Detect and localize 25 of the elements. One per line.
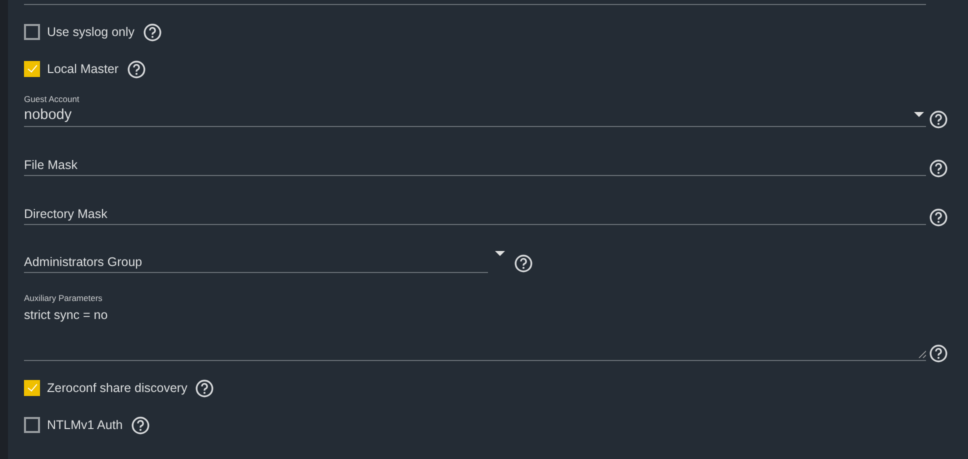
help-icon[interactable]	[195, 379, 214, 398]
help-icon[interactable]	[929, 110, 948, 129]
guest-account-select[interactable]: Guest Account nobody	[24, 92, 926, 127]
input-field[interactable]: Directory Mask	[24, 203, 926, 225]
checkbox-label: Zeroconf share discovery	[47, 380, 188, 394]
checkbox-label: Use syslog only	[47, 24, 135, 38]
checkbox[interactable]	[24, 60, 40, 76]
help-icon[interactable]	[929, 344, 948, 363]
checkbox-label: NTLMv1 Auth	[47, 418, 123, 432]
caret-icon	[914, 112, 924, 117]
help-icon[interactable]	[929, 208, 948, 227]
checkbox-label: Local Master	[47, 62, 119, 76]
input-field[interactable]: File Mask	[24, 154, 926, 176]
help-icon[interactable]	[126, 60, 146, 79]
resize-handle-icon[interactable]	[918, 350, 926, 358]
caret-icon[interactable]	[495, 251, 505, 256]
text-area[interactable]: Auxiliary Parameters strict sync = no	[24, 291, 926, 361]
help-icon[interactable]	[130, 416, 150, 435]
checkbox[interactable]	[24, 24, 40, 40]
help-icon[interactable]	[929, 159, 948, 178]
checkbox[interactable]	[24, 416, 40, 432]
checkbox[interactable]	[24, 380, 40, 396]
input-field[interactable]: Administrators Group	[24, 251, 488, 273]
help-icon[interactable]	[514, 254, 533, 273]
help-icon[interactable]	[142, 23, 162, 42]
